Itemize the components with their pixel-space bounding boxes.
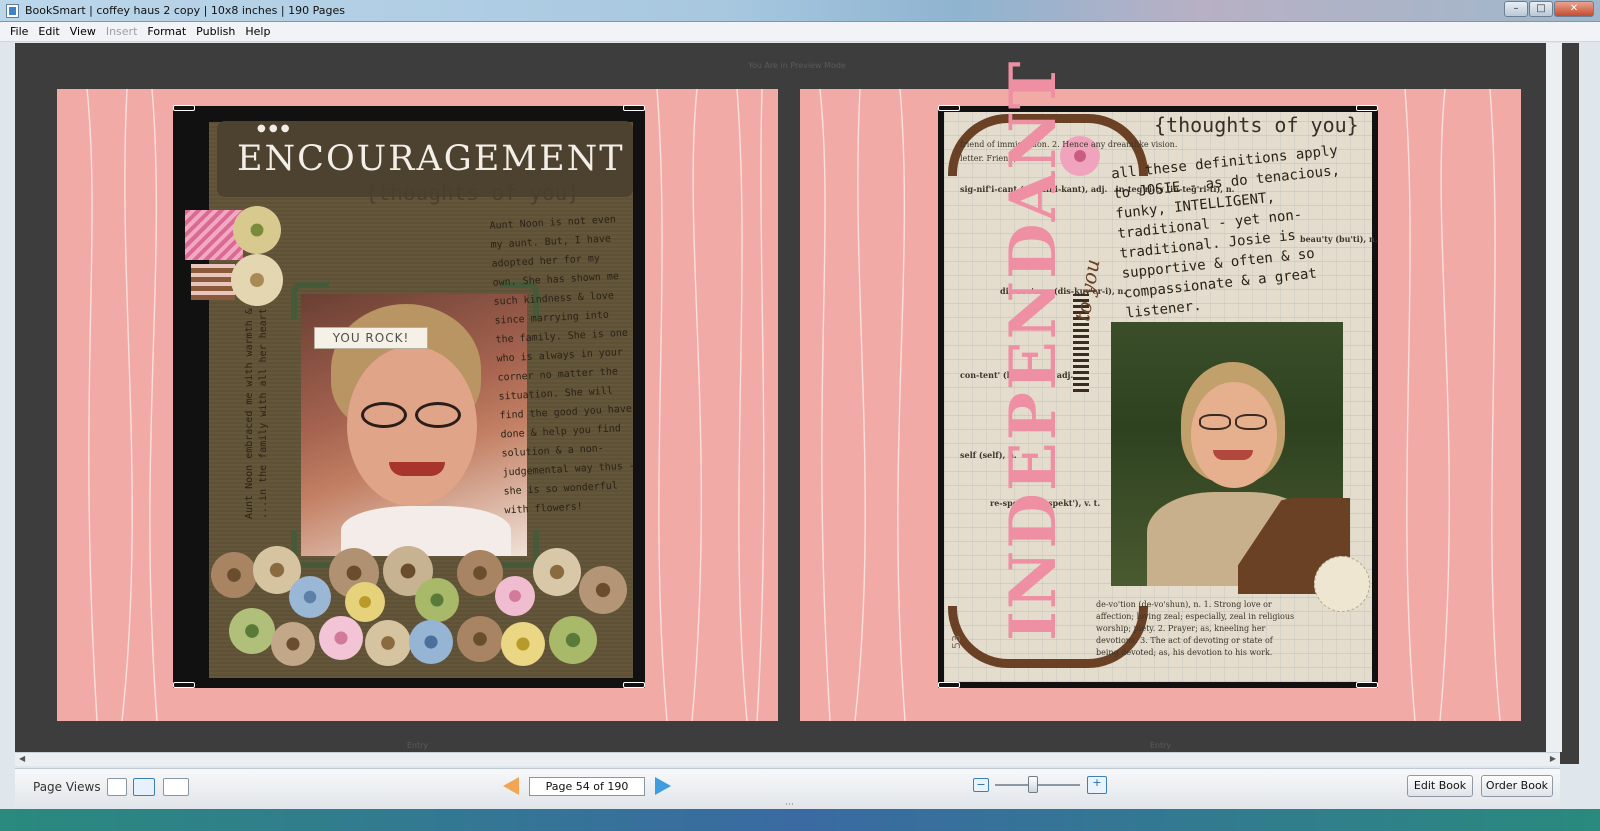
bottom-toolbar: Page Views Page 54 of 190 − + Edit Book …	[15, 768, 1560, 810]
zoom-in-icon[interactable]: +	[1087, 776, 1107, 794]
flower	[549, 616, 597, 664]
menu-file[interactable]: File	[10, 25, 28, 38]
photo-corner	[1356, 105, 1378, 111]
smile	[389, 462, 445, 476]
left-photo-frame	[173, 106, 645, 688]
preview-workspace: You Are in Preview Mode ● ● ● ENCOURAGEM…	[15, 43, 1579, 764]
page-views-label: Page Views	[33, 780, 101, 794]
zoom-out-icon[interactable]: −	[973, 778, 989, 792]
page-indicator-field[interactable]: Page 54 of 190	[529, 777, 645, 796]
close-button[interactable]: ✕	[1554, 1, 1594, 17]
menu-publish[interactable]: Publish	[196, 25, 235, 38]
glasses-lens	[1235, 414, 1267, 430]
flower	[289, 576, 331, 618]
previous-page-arrow-icon[interactable]	[503, 777, 519, 795]
right-page-label: Entry	[1149, 741, 1172, 750]
taskbar-strip	[0, 809, 1600, 831]
flower	[229, 608, 275, 654]
menu-bar: File Edit View Insert Format Publish Hel…	[0, 22, 1600, 42]
photo-corner	[1356, 682, 1378, 688]
window-title: BookSmart | coffey haus 2 copy | 10x8 in…	[25, 4, 345, 17]
photo-corner	[938, 682, 960, 688]
flower	[501, 622, 545, 666]
flower	[415, 578, 459, 622]
booksmart-app-icon	[6, 4, 19, 18]
edit-book-button[interactable]: Edit Book	[1407, 775, 1473, 797]
scroll-left-arrow-icon[interactable]: ◀	[19, 754, 25, 763]
maximize-button[interactable]: □	[1529, 1, 1553, 17]
menu-insert: Insert	[105, 25, 138, 38]
photo-corner	[623, 105, 645, 111]
right-photo-frame	[938, 106, 1378, 688]
menu-help[interactable]: Help	[245, 25, 270, 38]
flower	[457, 616, 503, 662]
window-controls: – □ ✕	[1504, 1, 1594, 17]
menu-view[interactable]: View	[70, 25, 96, 38]
preview-mode-notice: You Are in Preview Mode	[748, 61, 846, 70]
left-page[interactable]	[57, 89, 778, 721]
stripe-scrap	[191, 264, 235, 300]
photo-corner	[173, 105, 195, 111]
glasses-lens	[1199, 414, 1231, 430]
flower	[495, 576, 535, 616]
order-book-button[interactable]: Order Book	[1481, 775, 1553, 797]
grid-view-icon[interactable]	[163, 778, 189, 796]
menu-edit[interactable]: Edit	[38, 25, 59, 38]
scroll-right-arrow-icon[interactable]: ▶	[1550, 754, 1556, 763]
ribbon-bow	[1073, 294, 1089, 392]
spread-view-icon[interactable]	[133, 778, 155, 796]
flower	[579, 566, 627, 614]
brace-bottom	[948, 606, 1148, 668]
photo-corner	[173, 682, 195, 688]
menu-format[interactable]: Format	[147, 25, 186, 38]
flower-cluster	[209, 546, 633, 678]
minimize-button[interactable]: –	[1504, 1, 1528, 17]
brace-top	[948, 114, 1148, 176]
glasses-lens	[415, 402, 461, 428]
vertical-scrollbar[interactable]	[1546, 43, 1562, 752]
pink-flower-embellishment	[1060, 136, 1100, 176]
title-bar: BookSmart | coffey haus 2 copy | 10x8 in…	[0, 0, 1600, 22]
left-page-label: Entry	[406, 741, 429, 750]
photo-corner	[623, 682, 645, 688]
face	[347, 346, 477, 506]
booksmart-window: BookSmart | coffey haus 2 copy | 10x8 in…	[0, 0, 1600, 831]
flower	[533, 548, 581, 596]
flower	[409, 620, 453, 664]
single-page-view-icon[interactable]	[107, 778, 127, 796]
flower	[345, 582, 385, 622]
flower	[365, 620, 411, 666]
flower	[271, 622, 315, 666]
flower	[319, 616, 363, 660]
flower-embellishment	[233, 206, 281, 254]
horizontal-scrollbar[interactable]: ◀ ▶	[15, 752, 1560, 766]
face	[1191, 382, 1277, 488]
you-rock-badge: YOU ROCK!	[314, 327, 428, 349]
next-page-arrow-icon[interactable]	[655, 777, 671, 795]
glasses-lens	[361, 402, 407, 428]
flower	[211, 552, 257, 598]
doily-embellishment	[1314, 556, 1370, 612]
zoom-slider-thumb[interactable]	[1028, 776, 1038, 793]
flower-embellishment	[231, 254, 283, 306]
photo-corner	[938, 105, 960, 111]
smile	[1213, 450, 1253, 460]
right-page[interactable]	[800, 89, 1521, 721]
